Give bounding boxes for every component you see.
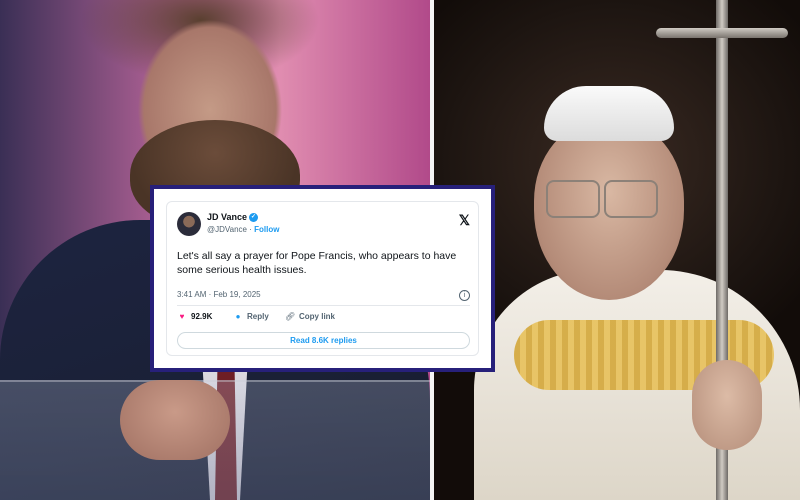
glasses-left-lens	[546, 180, 600, 218]
tweet-timestamp[interactable]: 3:41 AM · Feb 19, 2025	[177, 290, 261, 299]
info-icon[interactable]: i	[459, 290, 470, 301]
verified-badge-icon: ✓	[249, 213, 259, 223]
avatar[interactable]	[177, 212, 201, 236]
glasses-right-lens	[604, 180, 658, 218]
tweet-text: Let's all say a prayer for Pope Francis,…	[177, 250, 457, 276]
like-button[interactable]: ♥ 92.9K	[177, 312, 213, 321]
tweet-actions: ♥ 92.9K ● Reply 🔗︎ Copy link	[177, 312, 470, 324]
handle-line: @JDVance · Follow	[207, 225, 279, 234]
hand-holding-staff	[692, 360, 762, 450]
tweet-header: JD Vance ✓ @JDVance · Follow 𝕏	[177, 212, 470, 238]
tweet-meta: 3:41 AM · Feb 19, 2025 i	[177, 290, 470, 301]
hand	[120, 380, 230, 460]
crosier-crossbar	[656, 28, 788, 38]
divider-line	[177, 305, 470, 306]
read-replies-button[interactable]: Read 8.6K replies	[177, 332, 470, 349]
reply-bubble-icon: ●	[235, 312, 241, 321]
author-name[interactable]: JD Vance	[207, 212, 247, 222]
reply-button[interactable]: ● Reply	[233, 312, 269, 321]
author-handle[interactable]: @JDVance	[207, 225, 247, 234]
zucchetto	[544, 86, 674, 141]
tweet-card: JD Vance ✓ @JDVance · Follow 𝕏 Let's all …	[166, 201, 479, 356]
follow-link[interactable]: Follow	[254, 225, 279, 234]
reply-label: Reply	[247, 312, 269, 321]
heart-icon: ♥	[179, 312, 185, 321]
tweet-screenshot-frame: JD Vance ✓ @JDVance · Follow 𝕏 Let's all …	[150, 185, 495, 372]
copy-link-label: Copy link	[299, 312, 336, 321]
like-count: 92.9K	[191, 312, 213, 321]
copy-link-button[interactable]: 🔗︎ Copy link	[285, 312, 335, 321]
x-logo-icon[interactable]: 𝕏	[459, 212, 470, 229]
author-name-line[interactable]: JD Vance ✓	[207, 212, 259, 223]
link-icon: 🔗︎	[285, 312, 296, 321]
